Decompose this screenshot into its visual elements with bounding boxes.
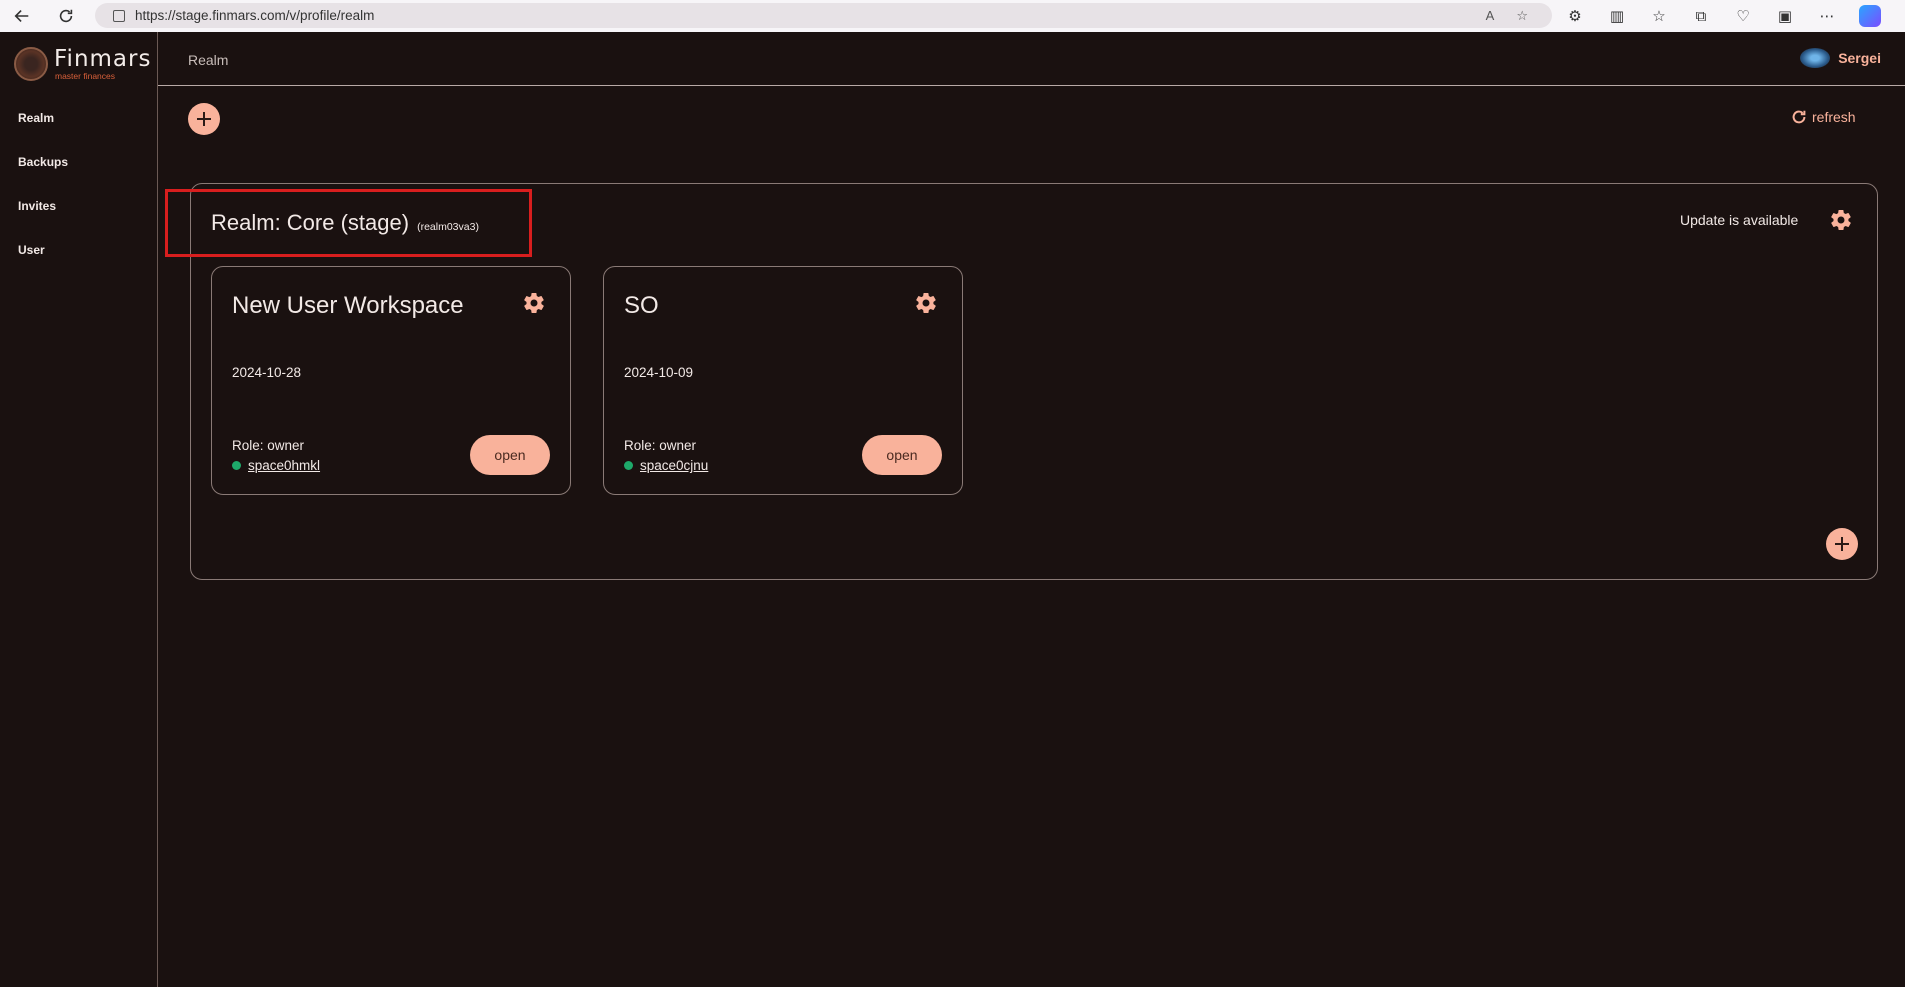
lock-icon[interactable] [113,9,125,22]
user-name: Sergei [1838,50,1881,66]
sidebar-item-user[interactable]: User [18,240,68,284]
workspace-title: SO [624,292,659,319]
workspace-settings-gear-icon[interactable] [914,291,938,315]
avatar [1800,48,1831,68]
space-link[interactable]: space0cjnu [640,458,708,473]
sidebar-menu: Realm Backups Invites User [18,108,68,284]
workspace-date: 2024-10-09 [624,365,694,380]
add-workspace-button[interactable] [1826,528,1858,560]
extensions-icon[interactable]: ⚙ [1565,6,1585,26]
plus-icon [1835,537,1849,551]
realm-title: Realm: Core (stage) (realm03va3) [211,210,479,236]
workspace-settings-gear-icon[interactable] [522,291,546,315]
favorites-icon[interactable]: ☆ [1649,6,1669,26]
workspace-space: space0cjnu [624,458,708,473]
browser-toolbar: https://stage.finmars.com/v/profile/real… [0,0,1905,32]
open-button[interactable]: open [862,435,942,475]
refresh-label: refresh [1812,109,1856,125]
refresh-button[interactable]: refresh [1790,108,1856,126]
brand-tagline: master finances [55,70,115,81]
workspace-role: Role: owner [624,438,697,453]
workspace-space: space0hmkl [232,458,320,473]
sidebar-item-backups[interactable]: Backups [18,152,68,196]
more-icon[interactable]: ⋯ [1817,6,1837,26]
workspace-card: New User Workspace 2024-10-28 Role: owne… [211,266,571,495]
app-logo[interactable]: Finmars master finances [14,47,151,81]
split-screen-icon[interactable]: ▥ [1607,6,1627,26]
status-dot-icon [624,461,633,470]
realm-id: (realm03va3) [417,221,479,233]
browser-essentials-icon[interactable]: ♡ [1733,6,1753,26]
add-realm-button[interactable] [188,103,220,135]
back-icon[interactable] [6,1,38,31]
plus-icon [197,112,211,126]
logo-icon [14,47,48,81]
screenshot-icon[interactable]: ▣ [1775,6,1795,26]
collections-icon[interactable]: ⧉ [1691,6,1711,26]
favorite-star-icon[interactable]: ☆ [1516,8,1528,24]
page-header: Realm Sergei [158,32,1905,86]
workspace-date: 2024-10-28 [232,365,302,380]
sidebar: Finmars master finances Realm Backups In… [0,32,158,987]
workspace-role: Role: owner [232,438,305,453]
sidebar-item-realm[interactable]: Realm [18,108,68,152]
address-bar[interactable]: https://stage.finmars.com/v/profile/real… [95,3,1552,28]
status-dot-icon [232,461,241,470]
space-link[interactable]: space0hmkl [248,458,320,473]
open-button[interactable]: open [470,435,550,475]
workspace-title: New User Workspace [232,292,464,319]
copilot-icon[interactable] [1859,5,1881,27]
update-status[interactable]: Update is available [1680,212,1798,228]
url-text[interactable]: https://stage.finmars.com/v/profile/real… [135,8,374,23]
brand-name: Finmars [54,45,152,72]
realm-settings-gear-icon[interactable] [1829,208,1853,232]
workspace-card: SO 2024-10-09 Role: owner space0cjnu ope… [603,266,963,495]
sidebar-item-invites[interactable]: Invites [18,196,68,240]
reload-icon[interactable] [50,1,82,31]
realm-name: Realm: Core (stage) [211,210,410,235]
user-menu[interactable]: Sergei [1800,48,1881,68]
breadcrumb: Realm [188,52,229,68]
refresh-icon [1792,110,1806,124]
read-aloud-icon[interactable]: A [1486,8,1495,23]
